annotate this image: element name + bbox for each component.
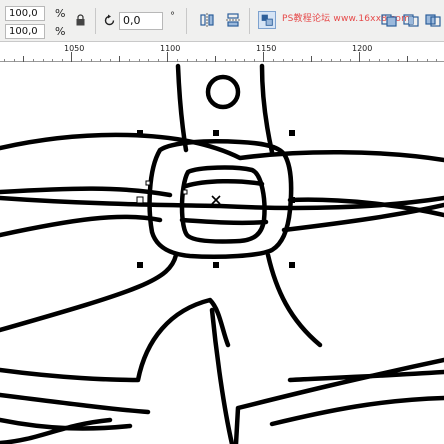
strap-bottom-left-edge <box>0 252 179 333</box>
scale-y-input[interactable]: 100,0 <box>5 24 45 39</box>
ruler-label-1100: 1100 <box>160 44 181 53</box>
simplify-icon[interactable] <box>424 11 442 29</box>
belt-upper-edge <box>0 132 444 163</box>
property-bar: 100,0 100,0 % % 0,0 ° PS教程论坛 www.16xx8.c… <box>0 0 444 42</box>
selection-handle-top-right[interactable] <box>289 130 295 136</box>
buckle-crossbar <box>183 178 265 189</box>
selection-handle-middle-left[interactable] <box>136 196 144 204</box>
rotate-icon <box>104 14 115 26</box>
selection-handle-top-left[interactable] <box>137 130 143 136</box>
align-icon[interactable] <box>258 11 276 29</box>
ruler-label-1200: 1200 <box>352 44 373 53</box>
selection-handle-bottom-right[interactable] <box>289 262 295 268</box>
node-marker[interactable] <box>182 189 188 195</box>
ruler-label-1050: 1050 <box>64 44 85 53</box>
toolbar-separator <box>249 8 250 34</box>
selection-handle-middle-right[interactable] <box>289 197 295 203</box>
toolbar-separator <box>186 8 187 34</box>
selection-handle-bottom-left[interactable] <box>137 262 143 268</box>
mirror-horizontal-icon[interactable] <box>198 11 216 29</box>
intersect-icon[interactable] <box>402 11 420 29</box>
body-inner-contour <box>0 392 151 415</box>
scale-x-unit: % <box>55 7 66 20</box>
scale-y-unit: % <box>55 25 66 38</box>
selection-center-mark[interactable] <box>211 195 221 205</box>
node-marker[interactable] <box>145 180 151 186</box>
body-left-contour <box>0 297 231 383</box>
lock-ratio-icon[interactable] <box>75 14 86 26</box>
mirror-vertical-icon[interactable] <box>224 11 242 29</box>
selection-handle-bottom-center[interactable] <box>213 262 219 268</box>
strap-top-right-edge <box>259 63 275 155</box>
ruler-label-1150: 1150 <box>256 44 277 53</box>
strap-hole <box>205 74 241 110</box>
horizontal-ruler[interactable]: 1050 1100 1150 1200 <box>0 42 444 62</box>
toolbar-separator <box>95 8 96 34</box>
degree-symbol: ° <box>170 11 175 22</box>
drawing-canvas[interactable] <box>0 62 444 444</box>
trim-icon[interactable] <box>380 11 398 29</box>
buckle-crossbar-lower <box>179 217 269 226</box>
rotation-angle-input[interactable]: 0,0 <box>119 12 163 30</box>
right-drape-lower <box>269 395 444 427</box>
strap-bottom-right-edge <box>265 252 323 348</box>
scale-x-input[interactable]: 100,0 <box>5 6 45 21</box>
selection-handle-top-center[interactable] <box>213 130 219 136</box>
